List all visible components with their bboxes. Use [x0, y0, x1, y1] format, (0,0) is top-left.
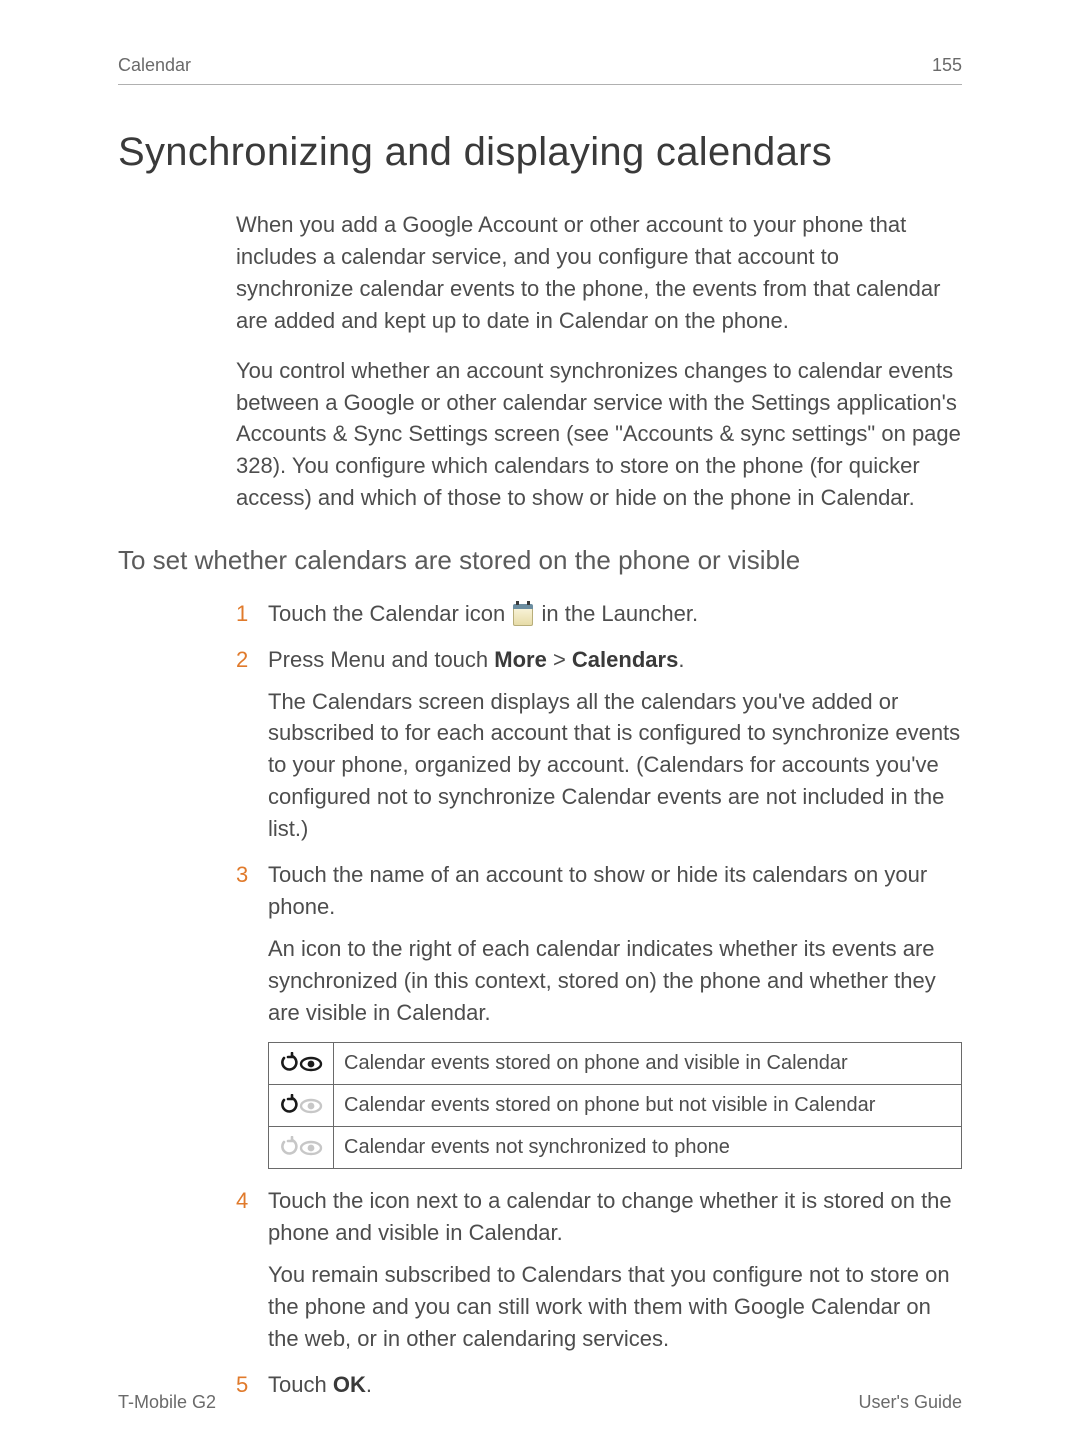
footer-left: T-Mobile G2 — [118, 1389, 216, 1415]
step-2: Press Menu and touch More > Calendars. T… — [236, 644, 962, 845]
page-footer: T-Mobile G2 User's Guide — [118, 1389, 962, 1415]
status-icon-not-synced — [269, 1127, 334, 1169]
step-2-text-b: and touch — [385, 647, 494, 672]
step-1-text-a: Touch the Calendar icon — [268, 601, 511, 626]
page-header: Calendar 155 — [118, 52, 962, 85]
step-1: Touch the Calendar icon in the Launcher. — [236, 598, 962, 630]
step-2-sub: The Calendars screen displays all the ca… — [268, 686, 962, 845]
header-page-number: 155 — [932, 52, 962, 78]
step-3-sub: An icon to the right of each calendar in… — [268, 933, 962, 1029]
step-2-text-c: > — [547, 647, 572, 672]
footer-right: User's Guide — [859, 1389, 962, 1415]
page-title: Synchronizing and displaying calendars — [118, 123, 962, 181]
section-subhead: To set whether calendars are stored on t… — [118, 542, 962, 580]
intro-paragraph-2: You control whether an account synchroni… — [236, 355, 962, 514]
step-2-text-d: . — [678, 647, 684, 672]
status-text-synced-visible: Calendar events stored on phone and visi… — [334, 1043, 962, 1085]
step-3: Touch the name of an account to show or … — [236, 859, 962, 1169]
intro-block: When you add a Google Account or other a… — [236, 209, 962, 514]
not-synced-icon — [278, 1136, 324, 1160]
step-2-menu-key: Menu — [330, 647, 385, 672]
step-4-text: Touch the icon next to a calendar to cha… — [268, 1188, 952, 1245]
step-4: Touch the icon next to a calendar to cha… — [236, 1185, 962, 1354]
page: Calendar 155 Synchronizing and displayin… — [0, 0, 1080, 1455]
step-1-text-b: in the Launcher. — [542, 601, 699, 626]
status-icon-synced-visible — [269, 1043, 334, 1085]
status-text-synced-hidden: Calendar events stored on phone but not … — [334, 1085, 962, 1127]
calendar-app-icon — [513, 604, 533, 626]
status-text-not-synced: Calendar events not synchronized to phon… — [334, 1127, 962, 1169]
steps-list: Touch the Calendar icon in the Launcher.… — [236, 598, 962, 1401]
status-row-synced-visible: Calendar events stored on phone and visi… — [269, 1043, 962, 1085]
sync-hidden-icon — [278, 1094, 324, 1118]
step-3-text: Touch the name of an account to show or … — [268, 862, 927, 919]
step-2-more-label: More — [494, 647, 547, 672]
sync-visible-icon — [278, 1052, 324, 1076]
intro-paragraph-1: When you add a Google Account or other a… — [236, 209, 962, 337]
status-row-synced-hidden: Calendar events stored on phone but not … — [269, 1085, 962, 1127]
status-icon-synced-hidden — [269, 1085, 334, 1127]
step-2-text-a: Press — [268, 647, 330, 672]
status-table: Calendar events stored on phone and visi… — [268, 1042, 962, 1169]
status-row-not-synced: Calendar events not synchronized to phon… — [269, 1127, 962, 1169]
step-2-calendars-label: Calendars — [572, 647, 678, 672]
step-4-sub: You remain subscribed to Calendars that … — [268, 1259, 962, 1355]
header-section: Calendar — [118, 52, 191, 78]
